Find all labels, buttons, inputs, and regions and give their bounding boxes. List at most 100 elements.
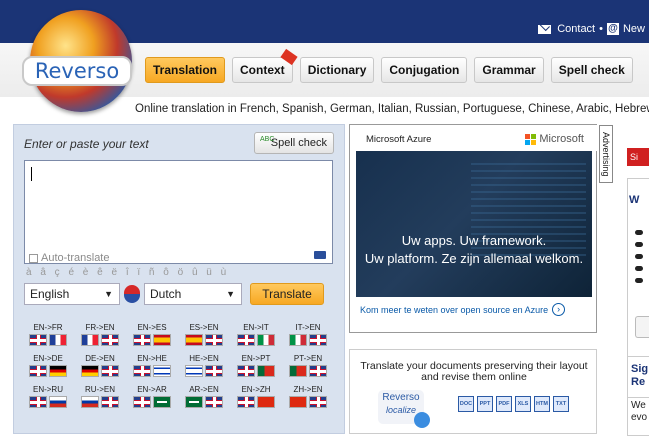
flag-uk-icon	[101, 365, 119, 377]
flag-uk-icon	[237, 365, 255, 377]
swap-arrow-icon-red	[124, 285, 140, 294]
language-pair-en-to-pt[interactable]: EN->PT	[230, 354, 282, 377]
envelope-icon	[538, 24, 552, 34]
flag-cn-icon	[289, 396, 307, 408]
target-language-value: Dutch	[150, 287, 182, 301]
language-pair-label: EN->IT	[243, 323, 269, 332]
flag-uk-icon	[205, 396, 223, 408]
flag-uk-icon	[101, 334, 119, 346]
document-translation-box[interactable]: Translate your documents preserving thei…	[349, 349, 597, 434]
target-language-select[interactable]: Dutch ▼	[144, 283, 242, 305]
language-pair-label: FR->EN	[85, 323, 115, 332]
tab-conjugation[interactable]: Conjugation	[381, 57, 468, 83]
microsoft-logo-text: Microsoft	[539, 133, 584, 145]
main-nav-tabs: Translation Context Dictionary Conjugation G…	[145, 48, 633, 83]
language-pair-ar-to-en[interactable]: AR->EN	[178, 385, 230, 408]
source-text-input[interactable]: Auto-translate	[24, 160, 333, 264]
sidebar-bullet-list	[635, 230, 643, 290]
source-language-select[interactable]: English ▼	[24, 283, 120, 305]
language-pair-label: EN->ZH	[241, 385, 271, 394]
language-pair-label: EN->AR	[137, 385, 167, 394]
file-format-htm-icon: HTM	[534, 396, 550, 412]
language-pair-label: IT->EN	[295, 323, 321, 332]
tab-dictionary[interactable]: Dictionary	[299, 57, 375, 83]
language-pair-label: EN->ES	[137, 323, 167, 332]
logo-text: Reverso	[22, 56, 132, 86]
tab-context[interactable]: Context	[232, 48, 298, 83]
right-sidebar: Si W Sig Re We evo	[617, 112, 649, 436]
language-pair-label: AR->EN	[189, 385, 219, 394]
flag-uk-icon	[205, 365, 223, 377]
source-language-value: English	[30, 287, 70, 301]
sidebar-box-button[interactable]	[635, 316, 649, 338]
flag-uk-icon	[101, 396, 119, 408]
language-pair-pt-to-en[interactable]: PT->EN	[282, 354, 334, 377]
language-pair-de-to-en[interactable]: DE->EN	[74, 354, 126, 377]
language-pair-en-to-he[interactable]: EN->HE	[126, 354, 178, 377]
top-links: Contact • @ New	[538, 23, 645, 35]
language-pair-en-to-es[interactable]: EN->ES	[126, 323, 178, 346]
text-caret	[31, 167, 32, 181]
tab-spell-check[interactable]: Spell check	[550, 57, 633, 83]
flag-es-icon	[153, 334, 171, 346]
language-pair-he-to-en[interactable]: HE->EN	[178, 354, 230, 377]
swap-languages-button[interactable]	[121, 282, 143, 306]
sign-in-button[interactable]: Si	[627, 148, 649, 166]
language-pair-fr-to-en[interactable]: FR->EN	[74, 323, 126, 346]
ad-brand-label: Microsoft Azure	[366, 134, 432, 145]
language-pair-label: HE->EN	[189, 354, 219, 363]
microsoft-squares-icon	[525, 133, 537, 145]
ad-cta-link[interactable]: Kom meer te weten over open source en Az…	[360, 303, 566, 316]
flag-it-icon	[289, 334, 307, 346]
flag-es-icon	[185, 334, 203, 346]
azure-advertisement[interactable]: Microsoft Azure Microsoft Uw apps. Uw fr…	[349, 124, 598, 333]
tab-translation[interactable]: Translation	[145, 57, 226, 83]
auto-translate-option[interactable]: Auto-translate	[29, 252, 109, 264]
flag-uk-icon	[133, 365, 151, 377]
language-pair-label: EN->FR	[33, 323, 63, 332]
at-sign-icon: @	[606, 23, 619, 35]
news-link[interactable]: New	[623, 23, 645, 35]
language-pair-zh-to-en[interactable]: ZH->EN	[282, 385, 334, 408]
language-pair-en-to-fr[interactable]: EN->FR	[22, 323, 74, 346]
translate-button[interactable]: Translate	[250, 283, 324, 305]
ad-image: Uw apps. Uw framework. Uw platform. Ze z…	[356, 151, 592, 297]
file-format-txt-icon: TXT	[553, 396, 569, 412]
file-format-xls-icon: XLS	[515, 396, 531, 412]
flag-uk-icon	[133, 334, 151, 346]
virtual-keyboard-icon[interactable]	[314, 251, 326, 259]
language-pair-en-to-ar[interactable]: EN->AR	[126, 385, 178, 408]
reverso-localize-logo: Reverso localize	[378, 390, 430, 428]
flag-uk-icon	[237, 396, 255, 408]
spell-check-label: Spell check	[270, 137, 327, 149]
language-pair-en-to-it[interactable]: EN->IT	[230, 323, 282, 346]
contact-link[interactable]: Contact	[557, 23, 595, 35]
language-pair-en-to-ru[interactable]: EN->RU	[22, 385, 74, 408]
swap-arrow-icon-blue	[124, 294, 140, 303]
flag-ar-icon	[185, 396, 203, 408]
language-pair-ru-to-en[interactable]: RU->EN	[74, 385, 126, 408]
reverso-logo[interactable]: Reverso	[8, 4, 140, 112]
flag-uk-icon	[29, 365, 47, 377]
localize-brand: Reverso	[382, 392, 420, 403]
flag-pt-icon	[289, 365, 307, 377]
arrow-right-icon: ›	[552, 303, 566, 316]
language-pair-en-to-de[interactable]: EN->DE	[22, 354, 74, 377]
language-pair-shortcuts: EN->FR FR->EN EN->ES ES->EN EN->IT IT->EN EN->…	[22, 323, 344, 408]
spell-check-button[interactable]: ABC Spell check	[254, 132, 334, 154]
sidebar-box-title: W	[629, 194, 640, 206]
auto-translate-checkbox[interactable]	[29, 253, 38, 263]
language-pair-es-to-en[interactable]: ES->EN	[178, 323, 230, 346]
advertising-label: Advertising	[599, 125, 613, 183]
accent-characters[interactable]: à â ç é è ê ë î ï ñ ô ö û ü ù	[26, 267, 229, 278]
language-pair-label: EN->RU	[32, 385, 63, 394]
language-pair-label: EN->HE	[137, 354, 167, 363]
tagline: Online translation in French, Spanish, G…	[135, 103, 649, 115]
language-pair-it-to-en[interactable]: IT->EN	[282, 323, 334, 346]
flag-fr-icon	[49, 334, 67, 346]
tab-grammar[interactable]: Grammar	[474, 57, 544, 83]
language-pair-en-to-zh[interactable]: EN->ZH	[230, 385, 282, 408]
flag-uk-icon	[205, 334, 223, 346]
language-pair-label: ZH->EN	[293, 385, 323, 394]
flag-uk-icon	[133, 396, 151, 408]
